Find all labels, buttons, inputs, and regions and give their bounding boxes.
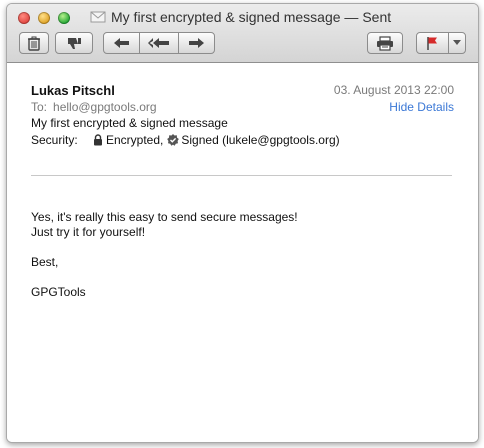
encrypted-status: Encrypted, [106, 133, 164, 147]
junk-button[interactable] [55, 32, 93, 54]
to-label: To: [31, 100, 48, 114]
body-line: GPGTools [31, 285, 86, 299]
forward-icon [189, 38, 205, 48]
mail-window: My first encrypted & signed message — Se… [6, 3, 479, 443]
close-window-button[interactable] [18, 12, 30, 24]
body-line: Yes, it's really this easy to send secur… [31, 210, 298, 224]
flag-button[interactable] [417, 33, 448, 53]
hide-details-link[interactable]: Hide Details [389, 100, 454, 114]
chevron-down-icon [452, 40, 461, 45]
zoom-window-button[interactable] [58, 12, 70, 24]
flag-button-group [416, 32, 466, 54]
sender-name: Lukas Pitschl [31, 83, 115, 98]
reply-button-group [103, 32, 215, 54]
thumbs-down-icon [68, 37, 81, 49]
delete-button[interactable] [19, 32, 49, 54]
printer-icon [377, 35, 393, 51]
flag-icon [427, 36, 438, 50]
security-label: Security: [31, 133, 78, 147]
header-divider [31, 175, 452, 176]
print-button[interactable] [367, 32, 403, 54]
message-date: 03. August 2013 22:00 [333, 83, 454, 97]
reply-button[interactable] [104, 33, 139, 53]
message-subject: My first encrypted & signed message [31, 116, 228, 130]
reply-all-button[interactable] [140, 33, 177, 53]
message-pane: Lukas Pitschl 03. August 2013 22:00 To: h… [7, 63, 478, 442]
trash-icon [28, 36, 40, 51]
security-row: Security: Encrypted, Signed (lukele@gpgt… [31, 133, 340, 147]
body-line: Just try it for yourself! [31, 225, 146, 239]
reply-all-icon [148, 38, 169, 48]
title-bar: My first encrypted & signed message — Se… [7, 4, 478, 63]
lock-icon [94, 134, 102, 146]
recipient-row: To: hello@gpgtools.org [31, 100, 163, 114]
window-title: My first encrypted & signed message — Se… [111, 9, 392, 25]
envelope-icon [90, 11, 106, 23]
verified-badge-icon [167, 134, 180, 146]
forward-button[interactable] [179, 33, 214, 53]
minimize-window-button[interactable] [38, 12, 50, 24]
message-body: Yes, it's really this easy to send secur… [31, 210, 298, 300]
reply-icon [113, 38, 129, 48]
signed-status[interactable]: Signed (lukele@gpgtools.org) [181, 133, 339, 147]
recipient-address[interactable]: hello@gpgtools.org [53, 100, 157, 114]
flag-menu-button[interactable] [449, 33, 465, 53]
body-line: Best, [31, 255, 59, 269]
